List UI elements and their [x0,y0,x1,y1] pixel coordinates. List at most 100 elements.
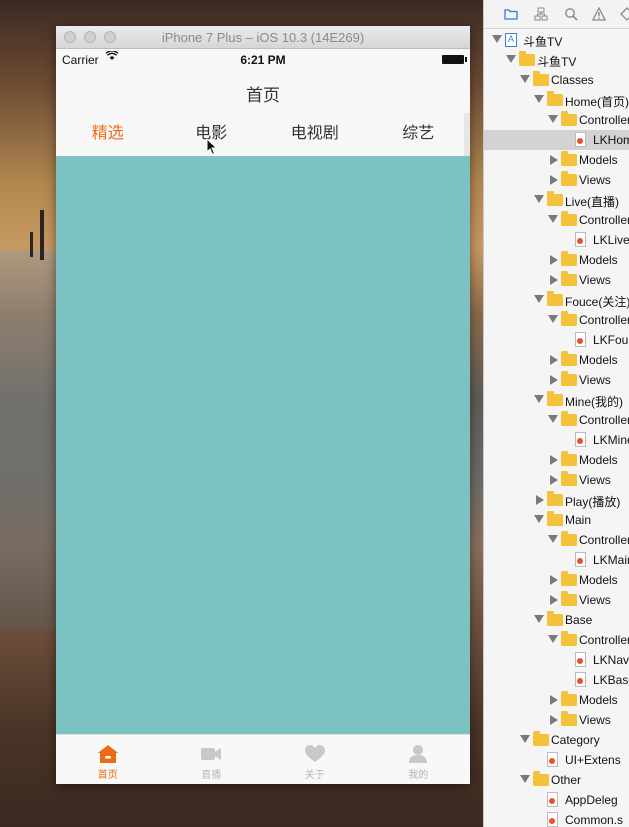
tree-folder-item[interactable]: Play(播放) [484,490,629,510]
tree-item-label: 斗鱼TV [537,55,577,69]
tree-file-item[interactable]: LKLive\ [484,230,629,250]
tree-folder-item[interactable]: Controller [484,110,629,130]
tree-folder-item[interactable]: Views [484,590,629,610]
tree-folder-item[interactable]: Views [484,710,629,730]
disclosure-open-icon[interactable] [534,515,544,523]
folder-icon[interactable] [504,7,518,21]
disclosure-closed-icon[interactable] [550,375,558,385]
disclosure-closed-icon[interactable] [550,695,558,705]
disclosure-open-icon[interactable] [534,295,544,303]
tree-file-item[interactable]: AppDeleg [484,790,629,810]
tree-folder-item[interactable]: Mine(我的) [484,390,629,410]
tabbar-item-follow[interactable]: 关于 [263,735,367,784]
tree-folder-item[interactable]: Live(直播) [484,190,629,210]
disclosure-open-icon[interactable] [548,415,558,423]
disclosure-closed-icon[interactable] [550,715,558,725]
tree-folder-item[interactable]: Category [484,730,629,750]
tab-zongyi[interactable]: 综艺 [367,113,471,157]
file-tree: 斗鱼TV 斗鱼TV Classes Home(首页) Controller LKHom Mo… [484,30,629,827]
simulator-window: iPhone 7 Plus – iOS 10.3 (14E269) Carrie… [56,26,470,784]
disclosure-closed-icon[interactable] [550,155,558,165]
tree-folder-item[interactable]: Models [484,570,629,590]
disclosure-closed-icon[interactable] [550,595,558,605]
disclosure-closed-icon[interactable] [550,275,558,285]
tabs-scrollbar[interactable] [464,113,470,157]
disclosure-open-icon[interactable] [506,55,516,63]
tree-folder-item[interactable]: Controller [484,210,629,230]
tree-folder-item[interactable]: Other [484,770,629,790]
tree-folder-item[interactable]: Fouce(关注) [484,290,629,310]
tabbar-item-live[interactable]: 直播 [160,735,264,784]
heart-icon [304,744,326,764]
tree-folder-item[interactable]: Models [484,450,629,470]
folder-icon [561,531,577,546]
disclosure-closed-icon[interactable] [550,255,558,265]
tree-folder-item[interactable]: Base [484,610,629,630]
disclosure-open-icon[interactable] [520,75,530,83]
hierarchy-icon[interactable] [534,7,548,21]
disclosure-open-icon[interactable] [534,195,544,203]
disclosure-open-icon[interactable] [548,215,558,223]
tree-file-item[interactable]: LKHom [484,130,629,150]
disclosure-open-icon[interactable] [520,775,530,783]
disclosure-open-icon[interactable] [548,115,558,123]
tree-folder-item[interactable]: Classes [484,70,629,90]
disclosure-open-icon[interactable] [548,635,558,643]
tab-dianshiju[interactable]: 电视剧 [263,113,367,157]
search-icon[interactable] [564,7,578,21]
tree-folder-item[interactable]: 斗鱼TV [484,50,629,70]
tree-file-item[interactable]: LKFouc [484,330,629,350]
disclosure-open-icon[interactable] [534,395,544,403]
tree-file-item[interactable]: LKMain [484,550,629,570]
tabbar-item-home[interactable]: 首页 [56,735,160,784]
tree-file-item[interactable]: LKNavig [484,650,629,670]
tree-item-label: Views [579,473,611,487]
tree-folder-item[interactable]: Views [484,370,629,390]
disclosure-open-icon[interactable] [534,95,544,103]
warning-icon[interactable] [591,6,607,21]
tree-file-item[interactable]: UI+Extens [484,750,629,770]
disclosure-open-icon[interactable] [548,535,558,543]
disclosure-open-icon[interactable] [492,35,502,43]
disclosure-closed-icon[interactable] [550,475,558,485]
tree-file-item[interactable]: Common.s [484,810,629,827]
tree-item-label: Controller [579,113,629,127]
tree-item-label: Views [579,373,611,387]
swift-file-icon [575,432,586,447]
content-area[interactable] [56,156,470,735]
disclosure-open-icon[interactable] [520,735,530,743]
diamond-icon[interactable] [620,7,629,21]
tab-jingxuan[interactable]: 精选 [56,113,160,157]
tree-file-item[interactable]: LKMine [484,430,629,450]
disclosure-closed-icon[interactable] [550,575,558,585]
folder-icon [561,251,577,266]
tree-item-label: Common.s [565,813,624,827]
tabbar-item-mine[interactable]: 我的 [367,735,471,784]
tree-item-label: UI+Extens [565,753,621,767]
tree-folder-item[interactable]: Views [484,470,629,490]
disclosure-closed-icon[interactable] [550,175,558,185]
disclosure-closed-icon[interactable] [536,495,544,505]
tree-folder-item[interactable]: Models [484,150,629,170]
desktop-wallpaper-post [30,232,33,257]
disclosure-open-icon[interactable] [534,615,544,623]
person-icon [407,744,429,764]
tree-folder-item[interactable]: Views [484,170,629,190]
tree-folder-item[interactable]: Controller [484,630,629,650]
tree-folder-item[interactable]: Controller [484,530,629,550]
tree-folder-item[interactable]: Home(首页) [484,90,629,110]
tree-folder-item[interactable]: Models [484,350,629,370]
disclosure-open-icon[interactable] [548,315,558,323]
disclosure-closed-icon[interactable] [550,455,558,465]
disclosure-closed-icon[interactable] [550,355,558,365]
tree-folder-item[interactable]: Views [484,270,629,290]
tree-folder-item[interactable]: Models [484,250,629,270]
tree-file-item[interactable]: LKBase [484,670,629,690]
tree-folder-item[interactable]: Models [484,690,629,710]
tree-folder-item[interactable]: Controller [484,310,629,330]
tree-folder-item[interactable]: Controller [484,410,629,430]
tree-folder-item[interactable]: Main [484,510,629,530]
tree-folder-item[interactable]: 斗鱼TV [484,30,629,50]
folder-icon [547,191,563,206]
simulator-titlebar[interactable]: iPhone 7 Plus – iOS 10.3 (14E269) [56,26,470,49]
